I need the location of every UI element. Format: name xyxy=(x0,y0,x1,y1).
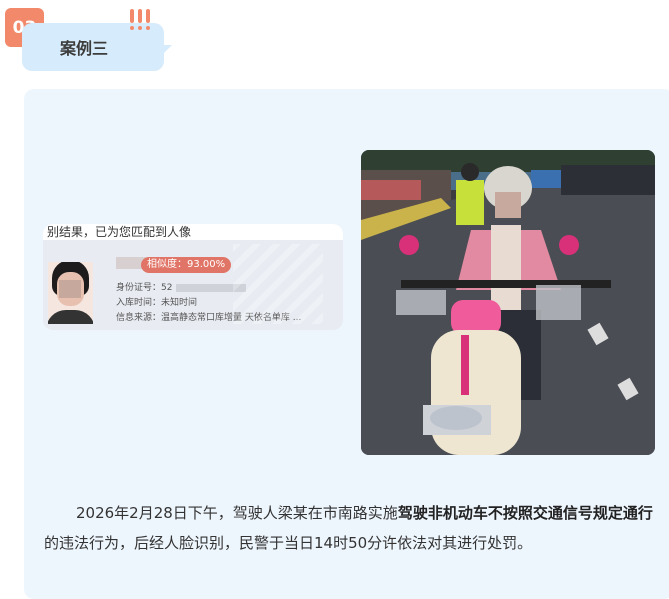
entry-time-row: 入库时间：未知时间 xyxy=(116,298,198,308)
exclamation-icon xyxy=(130,9,150,30)
paragraph-part1: 2026年2月28日下午，驾驶人梁某在市南路实施 xyxy=(76,504,398,522)
similarity-badge: 相似度：93.00% xyxy=(141,257,232,273)
id-label: 身份证号： xyxy=(116,283,162,293)
scooter-photo-drawing xyxy=(361,150,655,455)
description-paragraph: 2026年2月28日下午，驾驶人梁某在市南路实施驾驶非机动车不按照交通信号规定通… xyxy=(44,498,659,558)
match-result-text: 别结果，已为您匹配到人像 xyxy=(43,224,343,240)
paragraph-bold: 驾驶非机动车不按照交通信号规定通行 xyxy=(397,504,653,522)
watermark xyxy=(233,244,323,324)
face-thumbnail xyxy=(48,262,93,324)
title-bubble-tail xyxy=(158,45,172,59)
id-value: 52 xyxy=(161,283,173,293)
paragraph-part2: 的违法行为，后经人脸识别，民警于当日14时50分许依法对其进行处罚。 xyxy=(44,534,533,552)
id-number-row: 身份证号：52 xyxy=(116,280,247,293)
face-match-card: 别结果，已为您匹配到人像 相似度：93.00% 身份证号：52 入库时间：未知时… xyxy=(43,224,343,330)
case-title: 案例三 xyxy=(60,39,109,58)
scooter-photo xyxy=(361,150,655,455)
